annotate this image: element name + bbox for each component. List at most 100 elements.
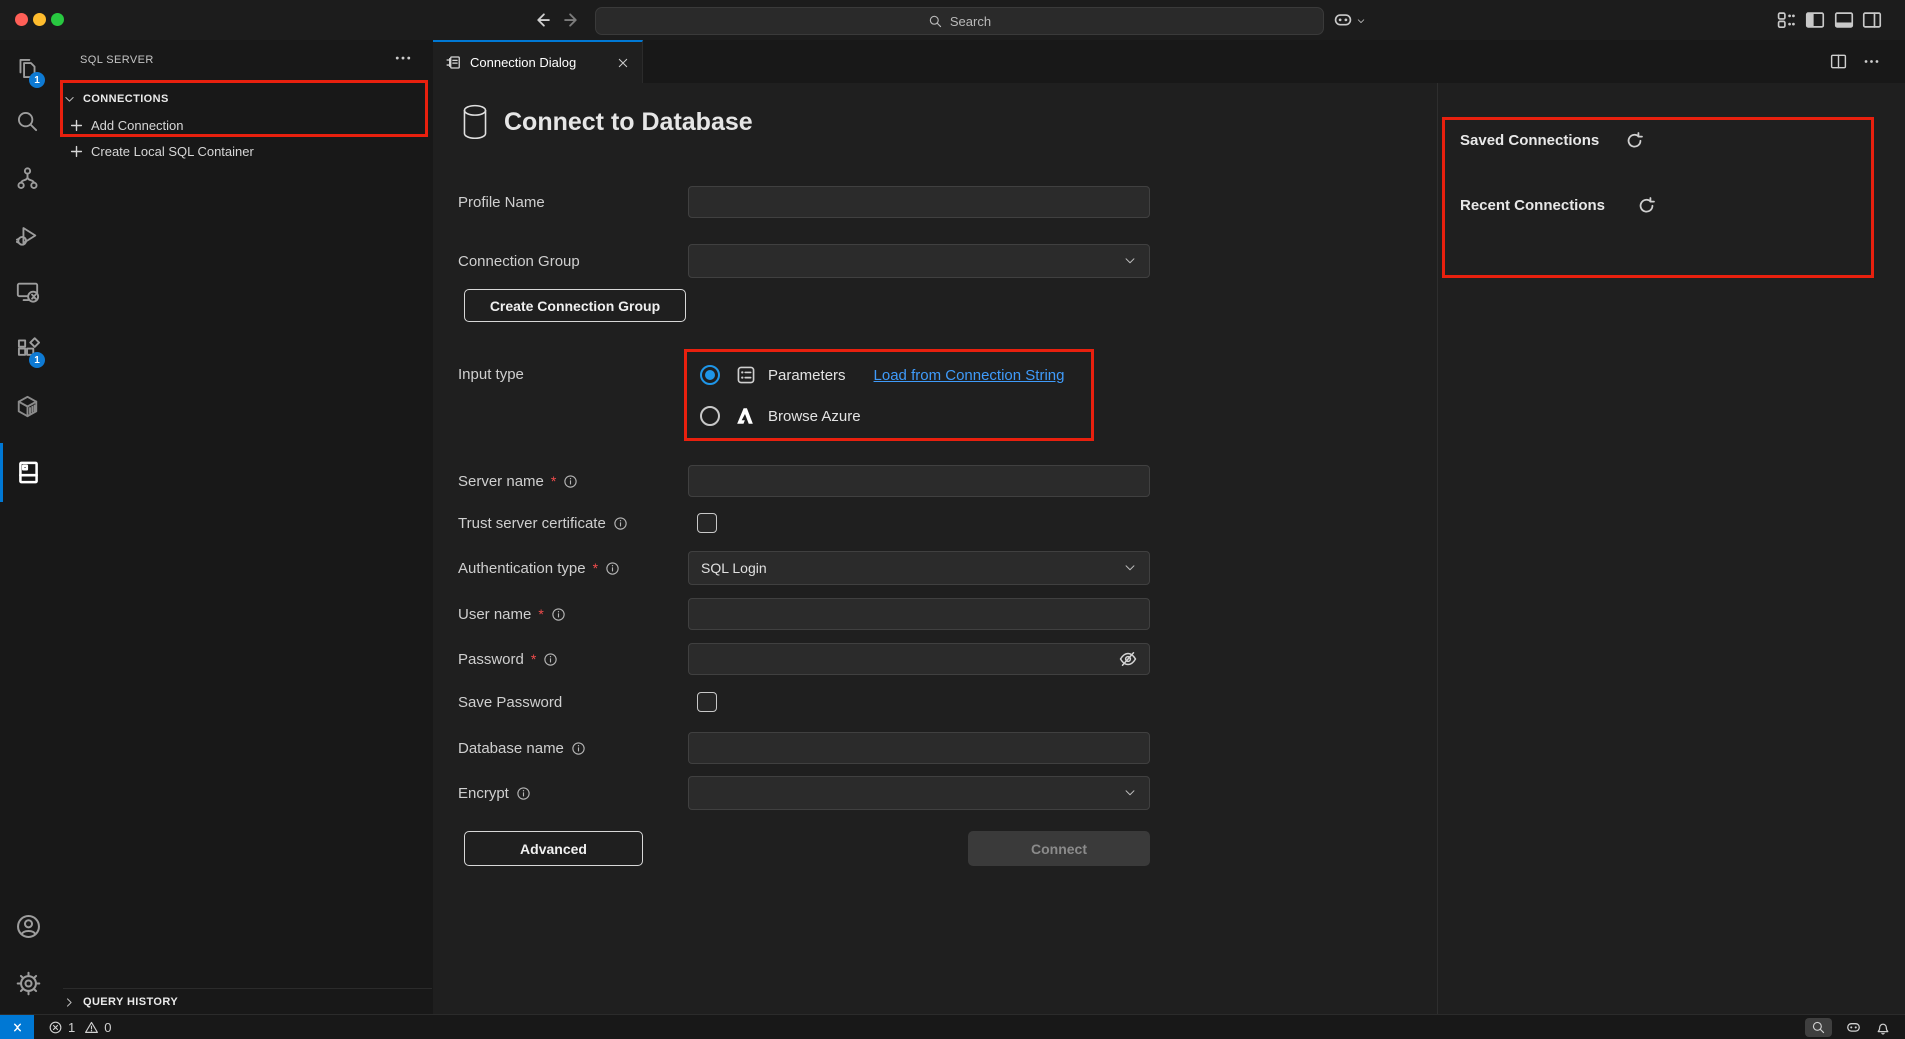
query-history-section-header[interactable]: QUERY HISTORY bbox=[63, 988, 432, 1015]
connections-section-header[interactable]: CONNECTIONS bbox=[63, 86, 169, 112]
explorer-badge: 1 bbox=[29, 72, 45, 88]
source-control-icon[interactable] bbox=[15, 166, 40, 191]
database-name-label: Database name bbox=[458, 738, 586, 758]
close-window-button[interactable] bbox=[15, 13, 28, 26]
save-password-checkbox[interactable] bbox=[697, 692, 717, 712]
connection-group-select[interactable] bbox=[688, 244, 1150, 278]
create-connection-group-button[interactable]: Create Connection Group bbox=[464, 289, 686, 322]
parameters-radio-label[interactable]: Parameters bbox=[768, 367, 846, 384]
browse-azure-radio[interactable] bbox=[700, 406, 720, 426]
info-icon[interactable] bbox=[551, 607, 566, 622]
plus-icon bbox=[69, 118, 84, 133]
refresh-icon[interactable] bbox=[1625, 131, 1644, 150]
encrypt-select[interactable] bbox=[688, 776, 1150, 810]
search-placeholder: Search bbox=[950, 14, 991, 29]
parameters-icon bbox=[735, 364, 757, 386]
info-icon[interactable] bbox=[571, 741, 586, 756]
chevron-down-icon bbox=[63, 93, 76, 106]
password-label: Password * bbox=[458, 649, 558, 669]
user-name-input[interactable] bbox=[688, 598, 1150, 630]
sidebar-item-create-local-sql-container[interactable]: Create Local SQL Container bbox=[69, 138, 254, 164]
server-name-input[interactable] bbox=[688, 465, 1150, 497]
problems-indicator[interactable]: 1 0 bbox=[48, 1020, 111, 1035]
info-icon[interactable] bbox=[563, 474, 578, 489]
plus-icon bbox=[69, 144, 84, 159]
editor-more-actions-icon[interactable] bbox=[1862, 52, 1881, 71]
tab-label: Connection Dialog bbox=[470, 55, 608, 70]
advanced-button[interactable]: Advanced bbox=[464, 831, 643, 866]
recent-connections-header-row: Recent Connections bbox=[1460, 196, 1656, 215]
errors-icon bbox=[48, 1020, 63, 1035]
required-marker: * bbox=[551, 473, 556, 489]
warnings-count: 0 bbox=[104, 1020, 111, 1035]
search-icon bbox=[928, 14, 943, 29]
tab-connection-dialog[interactable]: Connection Dialog bbox=[433, 40, 643, 83]
active-view-indicator bbox=[0, 443, 3, 502]
server-name-label: Server name * bbox=[458, 471, 578, 491]
copilot-chevron-down-icon[interactable] bbox=[1356, 16, 1366, 26]
dialog-title: Connect to Database bbox=[504, 108, 753, 137]
info-icon[interactable] bbox=[613, 516, 628, 531]
run-debug-icon[interactable] bbox=[15, 223, 40, 248]
password-input[interactable] bbox=[688, 643, 1150, 675]
search-view-icon[interactable] bbox=[15, 109, 40, 134]
connection-group-label: Connection Group bbox=[458, 251, 580, 271]
load-from-connection-string-link[interactable]: Load from Connection String bbox=[874, 367, 1065, 384]
extensions-badge: 1 bbox=[29, 352, 45, 368]
command-center-search[interactable]: Search bbox=[595, 7, 1324, 35]
remote-explorer-icon[interactable] bbox=[15, 279, 40, 304]
title-bar: Search bbox=[0, 0, 1905, 41]
remote-indicator[interactable] bbox=[0, 1015, 34, 1039]
zoom-window-button[interactable] bbox=[51, 13, 64, 26]
user-name-label: User name * bbox=[458, 604, 566, 624]
chevron-right-icon bbox=[63, 996, 76, 1009]
profile-name-input[interactable] bbox=[688, 186, 1150, 218]
accounts-icon[interactable] bbox=[15, 913, 42, 940]
close-tab-icon[interactable] bbox=[616, 56, 630, 70]
minimize-window-button[interactable] bbox=[33, 13, 46, 26]
connection-dialog-editor: Connect to Database Profile Name Connect… bbox=[433, 83, 1905, 1014]
sidebar-more-actions-icon[interactable] bbox=[393, 48, 413, 68]
navigate-forward-icon[interactable] bbox=[562, 10, 582, 30]
saved-connections-header-row: Saved Connections bbox=[1460, 131, 1644, 150]
info-icon[interactable] bbox=[543, 652, 558, 667]
editor-tab-bar: Connection Dialog bbox=[433, 40, 1905, 84]
sidebar-title: SQL SERVER bbox=[80, 54, 154, 66]
navigate-back-icon[interactable] bbox=[532, 10, 552, 30]
zoom-indicator[interactable] bbox=[1805, 1018, 1832, 1037]
input-type-row-parameters: Parameters Load from Connection String bbox=[700, 364, 1064, 386]
trust-server-certificate-label: Trust server certificate bbox=[458, 513, 628, 533]
azure-icon bbox=[733, 405, 757, 427]
toggle-secondary-sidebar-icon[interactable] bbox=[1861, 9, 1883, 31]
customize-layout-icon[interactable] bbox=[1775, 9, 1797, 31]
refresh-icon[interactable] bbox=[1637, 196, 1656, 215]
authentication-type-select[interactable]: SQL Login bbox=[688, 551, 1150, 585]
browse-azure-radio-label[interactable]: Browse Azure bbox=[768, 408, 861, 425]
parameters-radio[interactable] bbox=[700, 365, 720, 385]
info-icon[interactable] bbox=[516, 786, 531, 801]
trust-server-certificate-checkbox[interactable] bbox=[697, 513, 717, 533]
toggle-password-visibility-icon[interactable] bbox=[1118, 649, 1138, 669]
copilot-icon[interactable] bbox=[1332, 9, 1354, 31]
notifications-bell-icon[interactable] bbox=[1875, 1020, 1891, 1036]
connect-button[interactable]: Connect bbox=[968, 831, 1150, 866]
containers-icon[interactable] bbox=[15, 394, 40, 419]
sql-server-view-icon[interactable] bbox=[15, 459, 42, 486]
required-marker: * bbox=[538, 606, 543, 622]
sidebar-sql-server: SQL SERVER CONNECTIONS Add Connection Cr… bbox=[55, 40, 434, 1014]
sidebar-item-add-connection[interactable]: Add Connection bbox=[69, 112, 184, 138]
database-name-input[interactable] bbox=[688, 732, 1150, 764]
authentication-type-label: Authentication type * bbox=[458, 558, 620, 578]
copilot-status-icon[interactable] bbox=[1845, 1019, 1862, 1036]
settings-gear-icon[interactable] bbox=[15, 970, 42, 997]
chevron-down-icon bbox=[1123, 786, 1137, 800]
info-icon[interactable] bbox=[605, 561, 620, 576]
toggle-primary-sidebar-icon[interactable] bbox=[1804, 9, 1826, 31]
split-editor-icon[interactable] bbox=[1829, 52, 1848, 71]
connection-dialog-tab-icon bbox=[445, 54, 462, 71]
toggle-panel-icon[interactable] bbox=[1833, 9, 1855, 31]
profile-name-label: Profile Name bbox=[458, 192, 545, 212]
status-bar: 1 0 bbox=[0, 1014, 1905, 1039]
errors-count: 1 bbox=[68, 1020, 75, 1035]
encrypt-label: Encrypt bbox=[458, 783, 531, 803]
